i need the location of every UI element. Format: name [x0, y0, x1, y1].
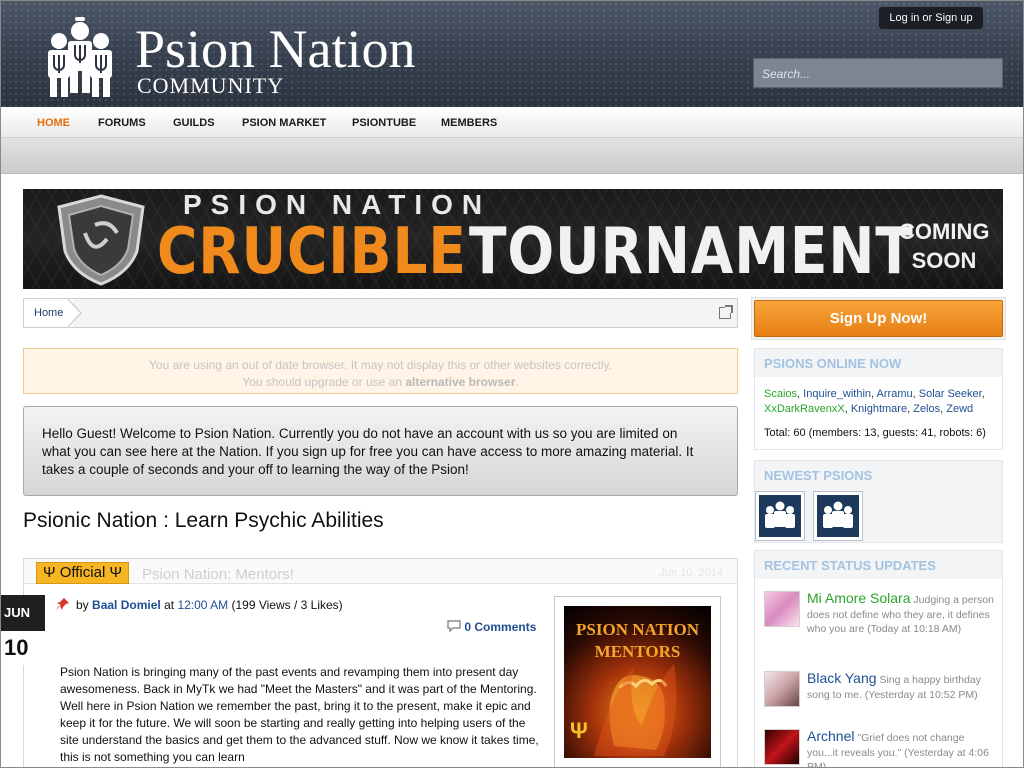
login-signup-button[interactable]: Log in or Sign up: [879, 7, 983, 29]
online-member[interactable]: Zelos: [913, 403, 940, 415]
page-frame: Psion Nation COMMUNITY Log in or Sign up…: [0, 0, 1024, 768]
online-member[interactable]: Zewd: [946, 403, 973, 415]
official-badge: Ψ Official Ψ: [36, 562, 129, 584]
pin-icon: [56, 598, 69, 610]
status-updates-title: RECENT STATUS UPDATES: [764, 558, 936, 573]
comments-link[interactable]: 0 Comments: [447, 620, 536, 634]
banner-soon: SOON: [911, 248, 977, 273]
alternative-browser-link[interactable]: alternative browser: [405, 375, 515, 389]
psi-symbol: Ψ: [570, 718, 588, 743]
sign-up-button[interactable]: Sign Up Now!: [754, 300, 1003, 337]
status-avatar[interactable]: [764, 729, 800, 765]
nav-psion-market[interactable]: PSION MARKET: [242, 117, 326, 129]
status-time[interactable]: (Today at 10:18 AM): [867, 623, 961, 635]
online-members-list: Scaios, Inquire_within, Arramu, Solar Se…: [764, 388, 985, 415]
welcome-message: Hello Guest! Welcome to Psion Nation. Cu…: [23, 406, 738, 496]
banner-word-tournament: TOURNAMENT: [469, 215, 914, 289]
status-updates-box: RECENT STATUS UPDATES Mi Amore Solara Ju…: [754, 550, 1003, 767]
newest-psions-title: NEWEST PSIONS: [764, 468, 873, 483]
page-title: Psionic Nation : Learn Psychic Abilities: [23, 509, 384, 532]
status-author[interactable]: Black Yang: [807, 670, 877, 686]
breadcrumb: Home: [23, 298, 738, 328]
post-byline: by Baal Domiel at 12:00 AM (199 Views / …: [76, 598, 343, 612]
status-author[interactable]: Archnel: [807, 728, 854, 744]
tournament-banner[interactable]: PSION NATION CRUCIBLE TOURNAMENT COMING …: [23, 189, 1003, 289]
post-header: Ψ Official Ψ Psion Nation: Mentors! Jun …: [24, 559, 737, 584]
online-member[interactable]: Knightmare: [851, 403, 907, 415]
sub-nav-bar: [1, 138, 1023, 174]
online-member[interactable]: Scaios: [764, 388, 797, 400]
psion-people-icon: [823, 501, 853, 528]
banner-word-crucible: CRUCIBLE: [157, 215, 467, 289]
post-body: Psion Nation is bringing many of the pas…: [60, 665, 539, 764]
nav-home[interactable]: HOME: [37, 117, 70, 129]
psion-people-icon: [48, 17, 112, 97]
online-total: Total: 60 (members: 13, guests: 41, robo…: [764, 427, 986, 439]
outdated-browser-notice: You are using an out of date browser. It…: [23, 348, 738, 394]
newest-psions-box: NEWEST PSIONS: [754, 460, 1003, 543]
online-now-title: PSIONS ONLINE NOW: [764, 356, 902, 371]
date-day: 10: [1, 631, 45, 665]
psion-people-icon: [765, 501, 795, 528]
status-avatar[interactable]: [764, 671, 800, 707]
online-member[interactable]: Inquire_within: [803, 388, 871, 400]
date-badge: JUN 10: [1, 595, 45, 665]
banner-coming: COMING: [899, 219, 990, 244]
site-header: Psion Nation COMMUNITY Log in or Sign up…: [1, 1, 1023, 107]
status-time[interactable]: (Yesterday at 10:52 PM): [865, 689, 978, 701]
speech-bubble-icon: [447, 620, 461, 633]
site-logo[interactable]: Psion Nation COMMUNITY: [39, 17, 459, 99]
shield-icon: [57, 194, 145, 286]
breadcrumb-home[interactable]: Home: [24, 299, 74, 327]
search-input[interactable]: Search...: [753, 58, 1003, 88]
online-member[interactable]: Arramu: [877, 388, 913, 400]
newest-member-avatar[interactable]: [755, 491, 805, 541]
post-title[interactable]: Psion Nation: Mentors!: [142, 566, 294, 583]
nav-forums[interactable]: FORUMS: [98, 117, 146, 129]
post-stats: (199 Views / 3 Likes): [231, 598, 343, 612]
nav-guilds[interactable]: GUILDS: [173, 117, 215, 129]
nav-psiontube[interactable]: PSIONTUBE: [352, 117, 416, 129]
main-nav: HOME FORUMS GUILDS PSION MARKET PSIONTUB…: [1, 107, 1023, 138]
site-subtitle: COMMUNITY: [137, 73, 285, 98]
status-author[interactable]: Mi Amore Solara: [807, 590, 910, 606]
online-member[interactable]: Solar Seeker: [919, 388, 982, 400]
online-now-box: PSIONS ONLINE NOW Scaios, Inquire_within…: [754, 348, 1003, 450]
online-member[interactable]: XxDarkRavenxX: [764, 403, 845, 415]
newest-member-avatar[interactable]: [813, 491, 863, 541]
date-month: JUN: [4, 605, 31, 620]
post-date: Jun 10, 2014: [659, 567, 723, 579]
author-link[interactable]: Baal Domiel: [92, 598, 161, 612]
nav-members[interactable]: MEMBERS: [441, 117, 497, 129]
post-thumbnail[interactable]: PSION NATION MENTORS Ψ: [554, 596, 721, 767]
post-time-link[interactable]: 12:00 AM: [177, 598, 228, 612]
notice-line-2: You should upgrade or use an: [242, 375, 402, 389]
notice-line-1: You are using an out of date browser. It…: [149, 358, 612, 372]
site-title: Psion Nation: [135, 19, 416, 79]
external-link-icon[interactable]: [719, 305, 733, 319]
status-avatar[interactable]: [764, 591, 800, 627]
